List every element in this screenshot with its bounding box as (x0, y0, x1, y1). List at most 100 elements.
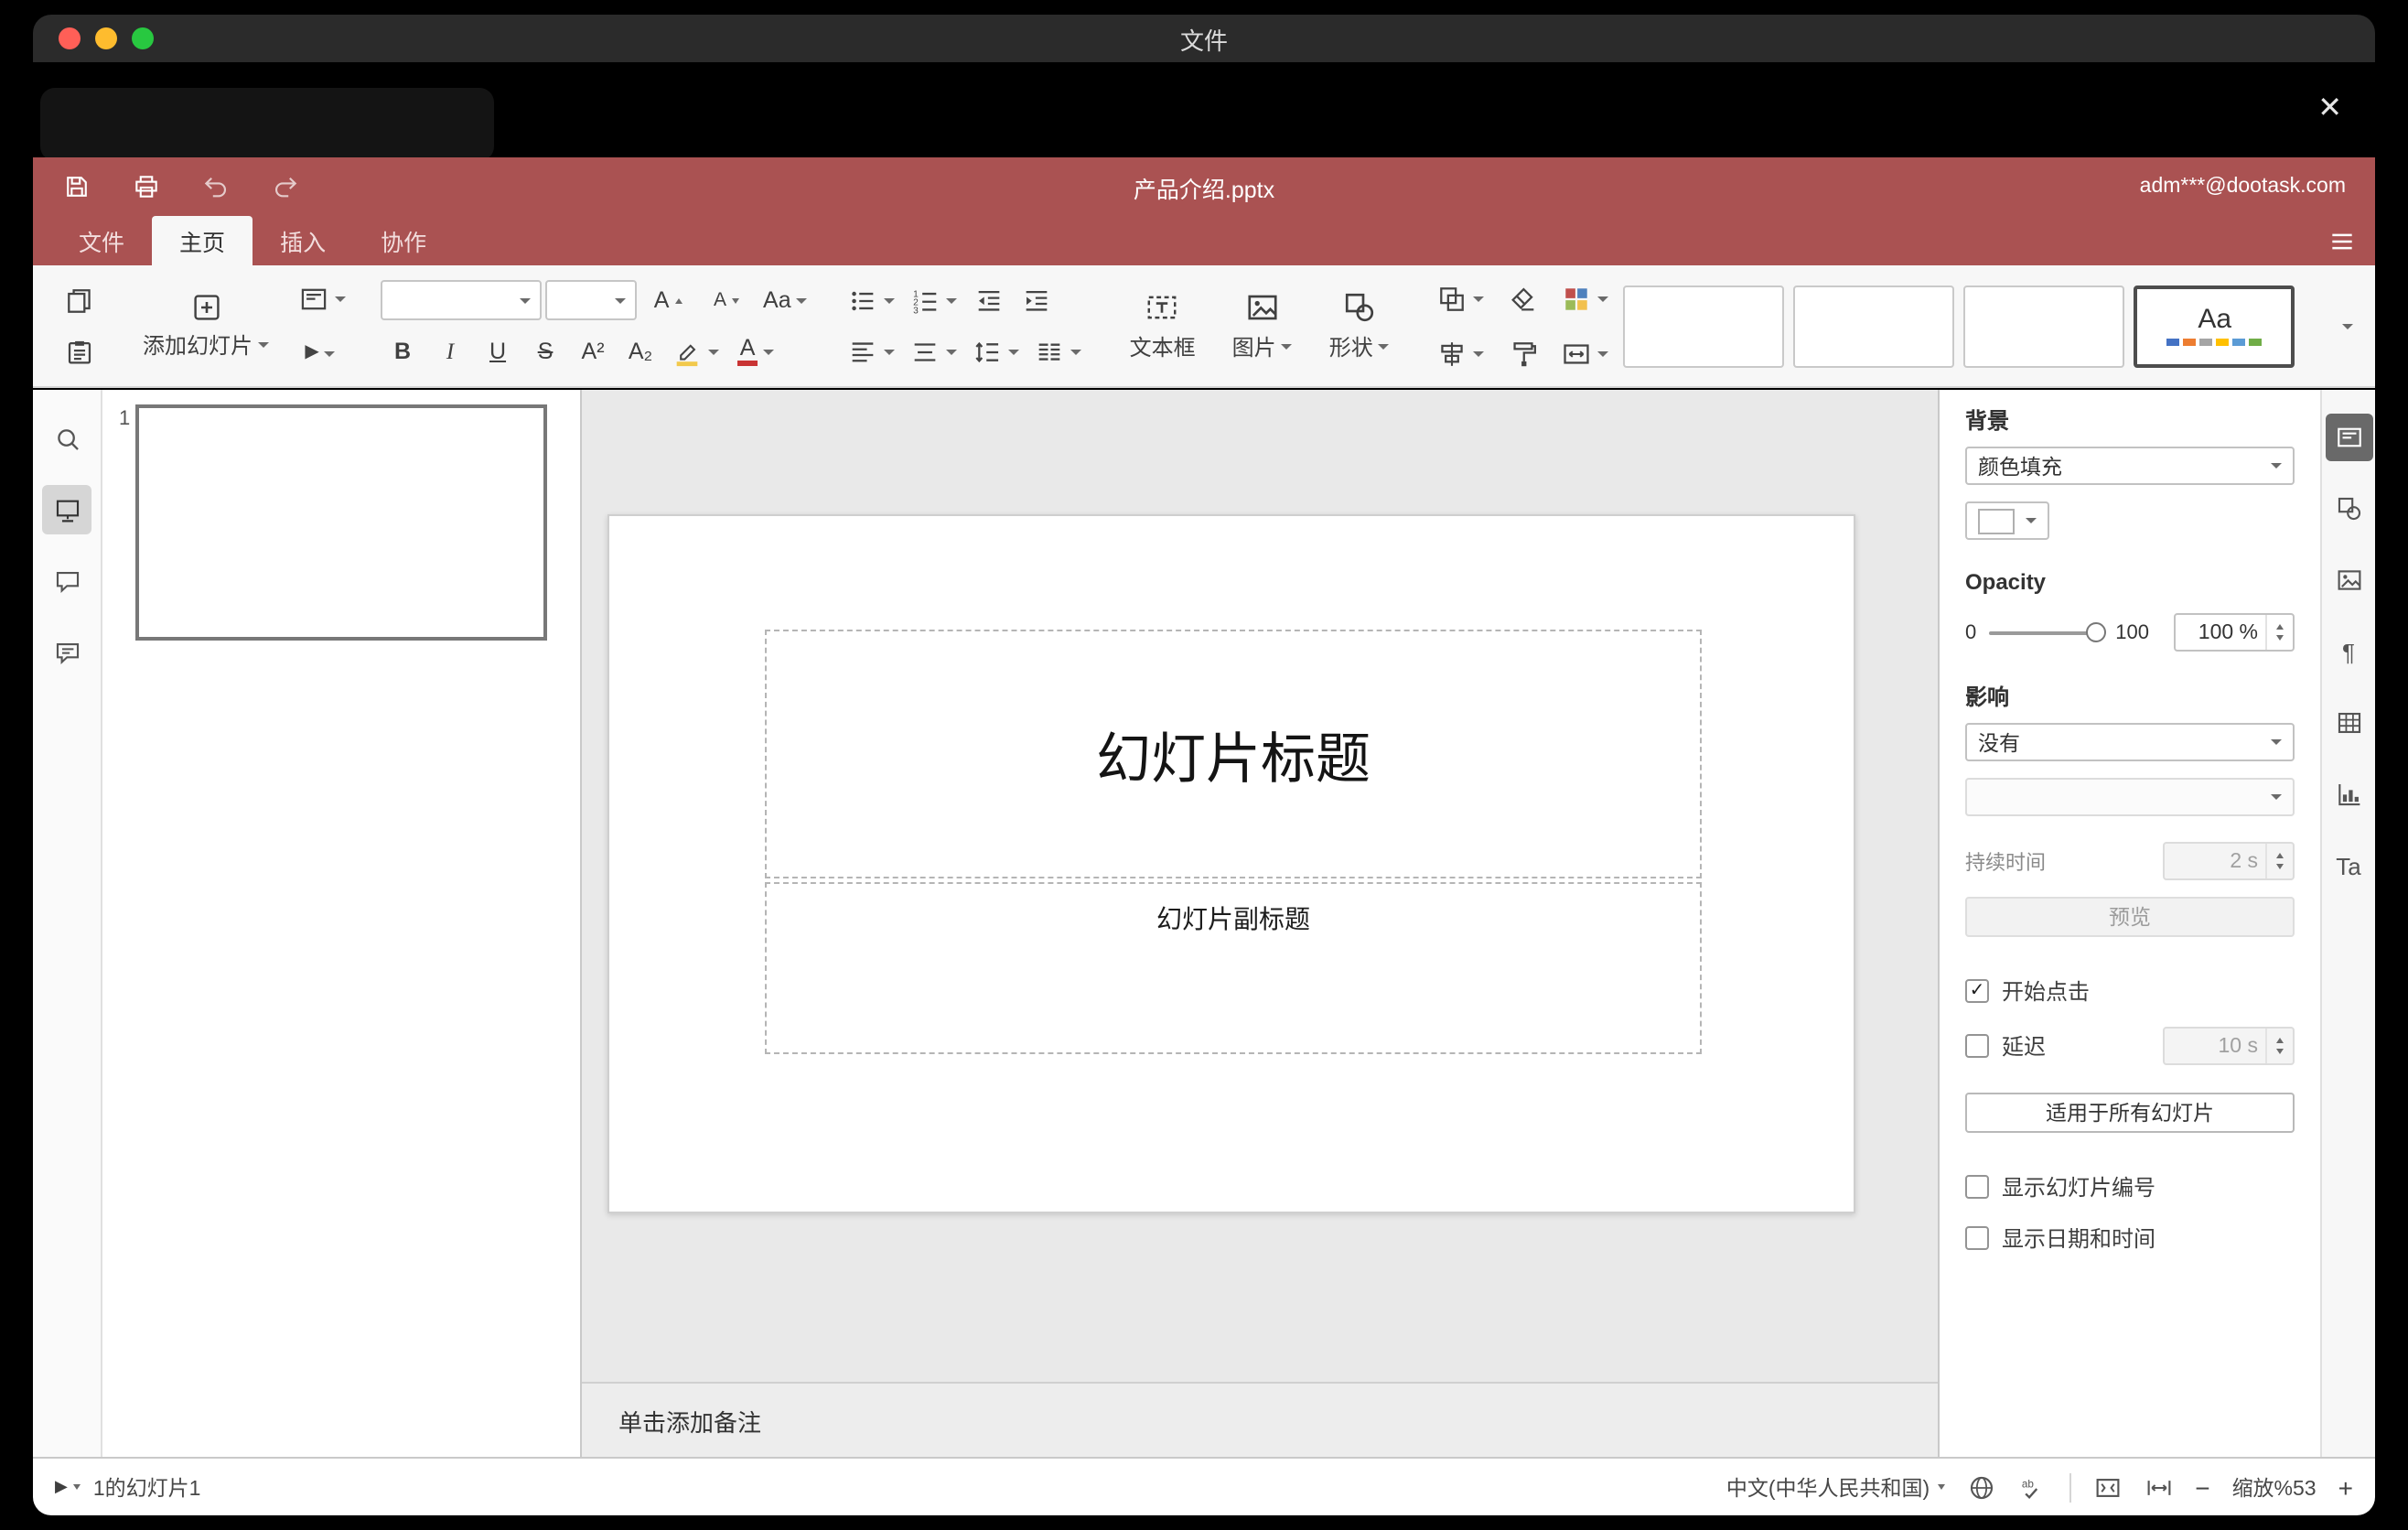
image-settings-button[interactable] (2325, 556, 2372, 604)
tab-home[interactable]: 主页 (152, 216, 253, 265)
print-button[interactable] (132, 172, 161, 201)
slide-thumbnail[interactable] (135, 404, 547, 641)
slide-settings-button[interactable] (2325, 414, 2372, 461)
font-size-select[interactable] (545, 280, 638, 320)
shape-settings-icon (2334, 494, 2363, 523)
apply-all-button[interactable]: 适用于所有幻灯片 (1965, 1093, 2295, 1133)
font-color-button[interactable]: A (728, 329, 783, 373)
decrease-indent-button[interactable] (967, 278, 1011, 322)
add-slide-button[interactable]: 添加幻灯片 (130, 286, 282, 366)
increase-indent-button[interactable] (1015, 278, 1059, 322)
language-selector[interactable]: 中文(中华人民共和国) (1726, 1472, 1945, 1502)
copy-button[interactable] (57, 278, 101, 322)
insert-shape-button[interactable]: 形状 (1317, 284, 1403, 368)
decrease-indent-icon (973, 285, 1005, 316)
paragraph-settings-button[interactable]: ¶ (2325, 628, 2372, 675)
close-icon[interactable]: ✕ (2317, 94, 2342, 124)
delay-checkbox[interactable]: 延迟 (1965, 1030, 2046, 1061)
vertical-align-button[interactable] (905, 329, 963, 373)
notes-area[interactable]: 单击添加备注 (582, 1382, 1938, 1457)
slide-canvas[interactable]: 幻灯片标题 幻灯片副标题 (607, 514, 1855, 1213)
arrange-shape-button[interactable] (1432, 276, 1490, 320)
zoom-in-button[interactable]: + (2338, 1472, 2353, 1502)
opacity-slider[interactable] (1989, 621, 2107, 641)
theme-tile-selected[interactable]: Aa (2134, 285, 2295, 367)
zoom-out-button[interactable]: − (2195, 1472, 2209, 1502)
color-scheme-button[interactable] (1556, 276, 1615, 320)
numbering-button[interactable] (905, 278, 963, 322)
tab-file[interactable]: 文件 (51, 216, 152, 265)
spinner-down-icon (2276, 1049, 2284, 1054)
copy-style-button[interactable] (1501, 331, 1545, 375)
superscript-button[interactable]: A² (571, 329, 615, 373)
decrease-font-button[interactable]: A (699, 278, 754, 322)
redo-button[interactable] (271, 172, 300, 201)
horizontal-align-button[interactable] (843, 329, 901, 373)
preview-slideshow-button[interactable]: ▶ (293, 331, 348, 375)
document-language-button[interactable] (1966, 1472, 1995, 1502)
table-settings-button[interactable] (2325, 699, 2372, 747)
spellcheck-button[interactable] (2017, 1472, 2047, 1502)
tab-collaboration[interactable]: 协作 (353, 216, 454, 265)
insert-image-button[interactable]: 图片 (1220, 284, 1306, 368)
search-button[interactable] (42, 414, 91, 463)
change-layout-button[interactable] (293, 276, 351, 320)
textart-settings-button[interactable]: Ta (2325, 842, 2372, 889)
menu-button[interactable] (2327, 226, 2357, 255)
theme-tile[interactable] (1623, 285, 1785, 367)
italic-button[interactable]: I (428, 329, 472, 373)
title-placeholder[interactable]: 幻灯片标题 (765, 630, 1702, 878)
comments-button[interactable] (42, 556, 91, 606)
underline-button[interactable]: U (476, 329, 520, 373)
background-color-select[interactable] (1965, 501, 2049, 540)
expand-gallery-button[interactable] (2327, 286, 2370, 366)
chart-icon (2334, 780, 2363, 809)
opacity-spinner[interactable]: 100 % (2174, 613, 2295, 652)
paste-button[interactable] (57, 329, 101, 373)
italic-icon: I (446, 338, 455, 364)
fit-slide-button[interactable] (2092, 1472, 2122, 1502)
subtitle-placeholder[interactable]: 幻灯片副标题 (765, 882, 1702, 1054)
caret-down-icon (1281, 344, 1293, 350)
bullets-button[interactable] (843, 278, 901, 322)
clear-style-button[interactable] (1501, 276, 1545, 320)
save-button[interactable] (62, 172, 91, 201)
increase-font-button[interactable]: A (640, 278, 695, 322)
theme-color-swatch (2232, 339, 2246, 346)
change-case-button[interactable]: Aa (758, 278, 813, 322)
undo-icon (201, 172, 231, 201)
bold-button[interactable]: B (381, 329, 425, 373)
start-slideshow-status-button[interactable]: ▶ (55, 1478, 81, 1495)
slides-panel-button[interactable] (42, 485, 91, 534)
effect-select[interactable]: 没有 (1965, 723, 2295, 761)
tab-insert[interactable]: 插入 (253, 216, 353, 265)
theme-tile[interactable] (1793, 285, 1955, 367)
highlight-color-button[interactable] (666, 329, 725, 373)
font-name-select[interactable] (381, 280, 543, 320)
show-date-time-checkbox[interactable]: 显示日期和时间 (1965, 1223, 2295, 1254)
minimize-traffic-light[interactable] (95, 27, 117, 49)
spinner-arrows[interactable] (2265, 615, 2293, 650)
show-slide-number-checkbox[interactable]: 显示幻灯片编号 (1965, 1171, 2295, 1202)
zoom-traffic-light[interactable] (132, 27, 154, 49)
opacity-slider-knob[interactable] (2086, 621, 2107, 641)
theme-tile[interactable] (1963, 285, 2125, 367)
line-spacing-button[interactable] (967, 329, 1026, 373)
shape-settings-button[interactable] (2325, 485, 2372, 533)
chart-settings-button[interactable] (2325, 770, 2372, 818)
table-icon (2334, 708, 2363, 738)
close-traffic-light[interactable] (59, 27, 81, 49)
fit-width-button[interactable] (2144, 1472, 2173, 1502)
slide-size-button[interactable] (1556, 331, 1615, 375)
insert-textbox-button[interactable]: 文本框 (1117, 284, 1209, 368)
align-shape-button[interactable] (1432, 331, 1490, 375)
subscript-button[interactable]: A₂ (618, 329, 662, 373)
paragraph-row-bottom (843, 329, 1088, 373)
strikethrough-button[interactable]: S (523, 329, 567, 373)
theme-color-swatch (2183, 339, 2197, 346)
columns-button[interactable] (1029, 329, 1088, 373)
undo-button[interactable] (201, 172, 231, 201)
start-on-click-checkbox[interactable]: ✓ 开始点击 (1965, 975, 2295, 1007)
background-fill-select[interactable]: 颜色填充 (1965, 447, 2295, 485)
chat-button[interactable] (42, 628, 91, 677)
